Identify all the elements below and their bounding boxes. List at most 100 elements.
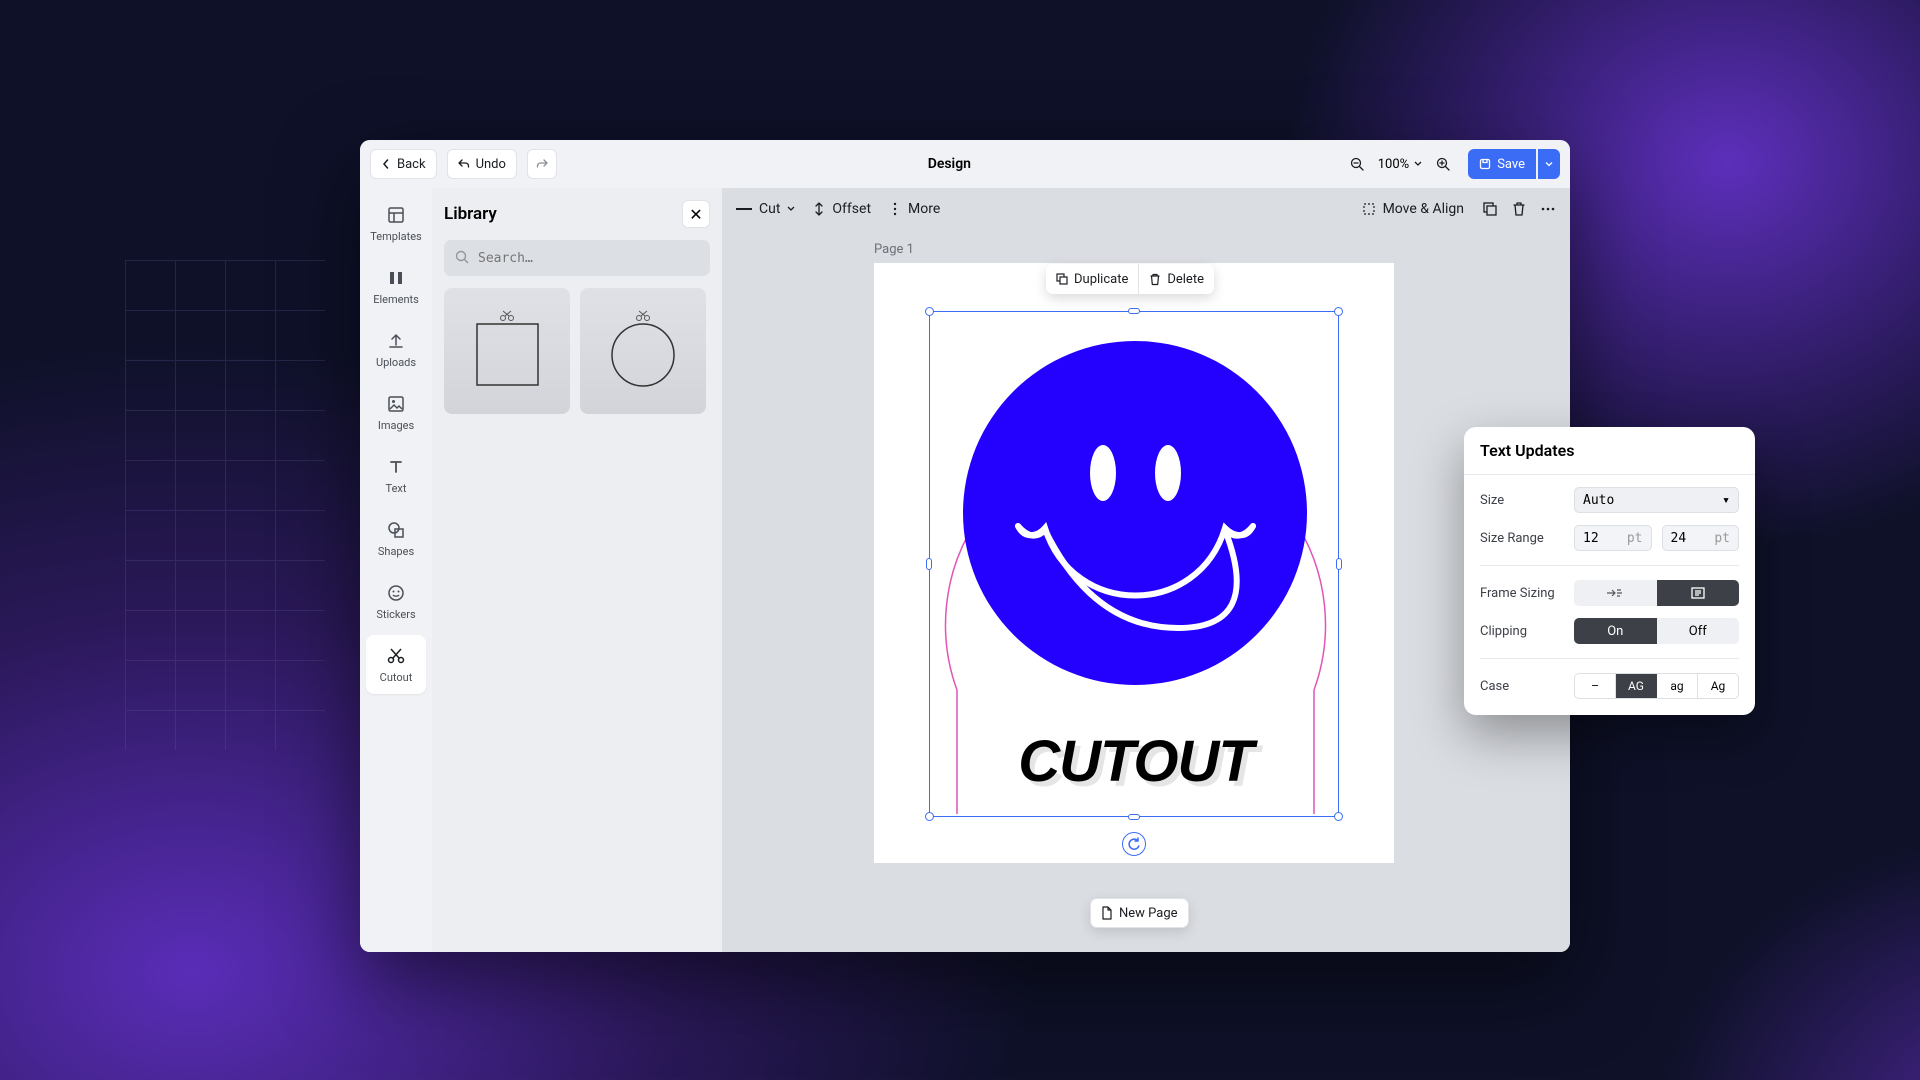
- app-window: Back Undo Design 100%: [360, 140, 1570, 952]
- size-max-input[interactable]: 24 pt: [1662, 525, 1740, 551]
- save-split-button: Save: [1468, 149, 1560, 179]
- clipping-toggle[interactable]: On Off: [1574, 618, 1739, 644]
- clipping-off[interactable]: Off: [1657, 618, 1740, 644]
- size-min-input[interactable]: 12 pt: [1574, 525, 1652, 551]
- size-range-label: Size Range: [1480, 531, 1564, 546]
- cut-tool-dropdown[interactable]: Cut: [736, 201, 795, 217]
- frame-sizing-toggle[interactable]: [1574, 580, 1739, 606]
- rail-shapes[interactable]: Shapes: [366, 509, 426, 568]
- duplicate-icon-button[interactable]: [1482, 201, 1498, 217]
- templates-icon: [385, 204, 407, 226]
- library-search-input[interactable]: [444, 240, 710, 276]
- zoom-in-icon: [1436, 157, 1450, 171]
- duplicate-icon: [1056, 273, 1068, 285]
- zoom-controls: 100%: [1342, 149, 1458, 179]
- redo-button[interactable]: [527, 149, 557, 179]
- undo-label: Undo: [476, 157, 506, 172]
- document-title: Design: [928, 156, 971, 172]
- text-updates-popover: Text Updates Size Auto ▾ Size Range 12 p…: [1464, 427, 1755, 715]
- selection-box[interactable]: [929, 311, 1339, 817]
- rotate-icon: [1127, 837, 1141, 851]
- frame-sizing-label: Frame Sizing: [1480, 586, 1564, 601]
- zoom-out-button[interactable]: [1342, 149, 1372, 179]
- save-icon: [1479, 158, 1491, 170]
- save-label: Save: [1497, 157, 1525, 172]
- library-panel: Library ✕: [432, 188, 722, 952]
- resize-handle-b[interactable]: [1128, 814, 1140, 820]
- save-dropdown-button[interactable]: [1538, 149, 1560, 179]
- case-upper[interactable]: AG: [1616, 674, 1657, 698]
- rail-images[interactable]: Images: [366, 383, 426, 442]
- rail-text[interactable]: Text: [366, 446, 426, 505]
- selection-actions: Duplicate Delete: [1046, 264, 1214, 294]
- search-icon: [454, 249, 470, 265]
- zoom-out-icon: [1350, 157, 1364, 171]
- cutout-thumbnail-square[interactable]: [444, 288, 570, 414]
- more-vertical-icon: [889, 202, 901, 216]
- zoom-level[interactable]: 100%: [1378, 157, 1422, 172]
- save-button[interactable]: Save: [1468, 149, 1536, 179]
- cut-line-icon: [736, 206, 752, 212]
- divider: [1480, 658, 1739, 659]
- popover-title: Text Updates: [1464, 427, 1755, 475]
- clipping-label: Clipping: [1480, 624, 1564, 639]
- resize-handle-tl[interactable]: [925, 307, 934, 316]
- undo-icon: [458, 158, 470, 170]
- case-segmented[interactable]: – AG ag Ag: [1574, 673, 1739, 699]
- redo-icon: [536, 158, 548, 170]
- canvas-area[interactable]: Cut Offset More Move & Align: [722, 188, 1570, 952]
- chevron-down-icon: [1545, 160, 1553, 168]
- rail-elements[interactable]: Elements: [366, 257, 426, 316]
- case-none[interactable]: –: [1575, 674, 1616, 698]
- delete-button[interactable]: Delete: [1139, 264, 1214, 294]
- resize-handle-bl[interactable]: [925, 812, 934, 821]
- search-wrapper: [444, 240, 710, 276]
- text-icon: [385, 456, 407, 478]
- upload-icon: [385, 330, 407, 352]
- rail-uploads[interactable]: Uploads: [366, 320, 426, 379]
- divider: [1480, 565, 1739, 566]
- rail-templates[interactable]: Templates: [366, 194, 426, 253]
- close-library-button[interactable]: ✕: [682, 200, 710, 228]
- resize-handle-l[interactable]: [926, 558, 932, 570]
- more-tool-dropdown[interactable]: More: [889, 201, 940, 217]
- caret-down-icon: ▾: [1722, 493, 1730, 508]
- resize-handle-r[interactable]: [1336, 558, 1342, 570]
- cutout-thumbnail-circle[interactable]: [580, 288, 706, 414]
- move-align-tool[interactable]: Move & Align: [1362, 201, 1464, 217]
- left-rail: Templates Elements Uploads Images Text S…: [360, 188, 432, 952]
- trash-icon-button[interactable]: [1512, 201, 1526, 217]
- case-label: Case: [1480, 679, 1564, 694]
- chevron-left-icon: [381, 159, 391, 169]
- zoom-in-button[interactable]: [1428, 149, 1458, 179]
- rail-stickers[interactable]: Stickers: [366, 572, 426, 631]
- duplicate-button[interactable]: Duplicate: [1046, 264, 1139, 294]
- size-label: Size: [1480, 493, 1564, 508]
- frame-sizing-option-auto[interactable]: [1574, 580, 1657, 606]
- auto-width-icon: [1607, 587, 1623, 599]
- cutout-icon: [385, 645, 407, 667]
- fixed-frame-icon: [1691, 587, 1705, 599]
- resize-handle-tr[interactable]: [1334, 307, 1343, 316]
- rotate-handle[interactable]: [1122, 832, 1146, 856]
- resize-handle-t[interactable]: [1128, 308, 1140, 314]
- more-horizontal-icon-button[interactable]: [1540, 202, 1556, 216]
- frame-sizing-option-fixed[interactable]: [1657, 580, 1740, 606]
- clipping-on[interactable]: On: [1574, 618, 1657, 644]
- resize-handle-br[interactable]: [1334, 812, 1343, 821]
- chevron-down-icon: [787, 205, 795, 213]
- library-title: Library: [444, 204, 497, 224]
- offset-tool[interactable]: Offset: [813, 201, 871, 217]
- size-select[interactable]: Auto ▾: [1574, 487, 1739, 513]
- undo-button[interactable]: Undo: [447, 149, 517, 179]
- new-page-button[interactable]: New Page: [1090, 898, 1189, 928]
- offset-icon: [813, 202, 825, 216]
- elements-icon: [385, 267, 407, 289]
- case-title[interactable]: Ag: [1698, 674, 1738, 698]
- new-page-icon: [1101, 906, 1113, 920]
- images-icon: [385, 393, 407, 415]
- shapes-icon: [385, 519, 407, 541]
- case-lower[interactable]: ag: [1657, 674, 1698, 698]
- rail-cutout[interactable]: Cutout: [366, 635, 426, 694]
- back-button[interactable]: Back: [370, 149, 437, 179]
